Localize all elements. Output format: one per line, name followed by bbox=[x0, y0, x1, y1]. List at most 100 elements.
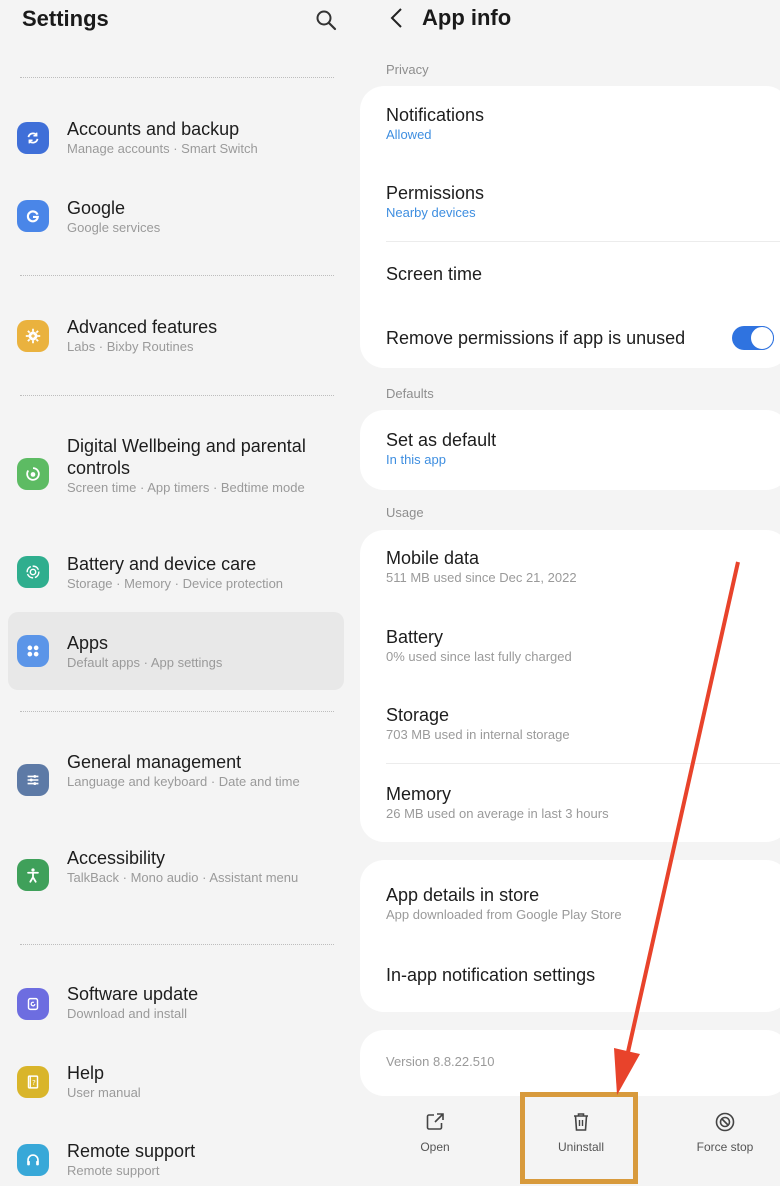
page-title: App info bbox=[422, 5, 512, 30]
settings-item-sub: Download and install bbox=[67, 1006, 187, 1021]
remove-permissions-item[interactable]: Remove permissions if app is unused bbox=[386, 326, 780, 350]
open-button[interactable]: Open bbox=[380, 1110, 490, 1154]
device-care-icon bbox=[17, 556, 49, 588]
software-update-icon bbox=[17, 988, 49, 1020]
item-sub: App downloaded from Google Play Store bbox=[386, 907, 622, 922]
settings-item-remote-support[interactable]: Remote support Remote support bbox=[8, 1133, 344, 1186]
settings-item-label: Help bbox=[67, 1063, 105, 1083]
version-card: Version 8.8.22.510 bbox=[360, 1030, 780, 1096]
screen-time-item[interactable]: Screen time bbox=[386, 263, 770, 285]
item-sub: 703 MB used in internal storage bbox=[386, 727, 570, 742]
settings-item-apps[interactable]: Apps Default apps · App settings bbox=[8, 612, 344, 690]
settings-item-label: Apps bbox=[67, 633, 109, 653]
storage-item[interactable]: Storage 703 MB used in internal storage bbox=[386, 704, 770, 743]
settings-item-help[interactable]: ? Help User manual bbox=[8, 1055, 344, 1111]
memory-item[interactable]: Memory 26 MB used on average in last 3 h… bbox=[386, 783, 770, 822]
section-header-usage: Usage bbox=[386, 505, 424, 520]
settings-title: Settings bbox=[22, 6, 109, 31]
settings-item-label: Software update bbox=[67, 984, 199, 1004]
settings-item-google[interactable]: Google Google services bbox=[8, 190, 344, 246]
section-header-privacy: Privacy bbox=[386, 62, 429, 77]
search-icon bbox=[316, 10, 337, 31]
settings-item-label: Battery and device care bbox=[67, 554, 257, 574]
item-sub: In this app bbox=[386, 452, 446, 467]
item-label: App details in store bbox=[386, 885, 540, 905]
settings-item-label: Digital Wellbeing and parental controls bbox=[67, 436, 306, 478]
settings-item-accessibility[interactable]: Accessibility TalkBack · Mono audio · As… bbox=[8, 840, 344, 916]
item-sub: 0% used since last fully charged bbox=[386, 649, 572, 664]
app-info-header: App info bbox=[386, 2, 511, 34]
highlight-box bbox=[520, 1092, 638, 1184]
google-icon bbox=[17, 200, 49, 232]
settings-item-label: Accounts and backup bbox=[67, 119, 240, 139]
settings-item-label: Google bbox=[67, 198, 126, 218]
search-button[interactable] bbox=[314, 8, 338, 32]
settings-item-general-management[interactable]: General management Language and keyboard… bbox=[8, 744, 344, 820]
apps-grid-icon bbox=[17, 635, 49, 667]
sync-icon bbox=[17, 122, 49, 154]
toggle-knob bbox=[750, 326, 774, 350]
back-button[interactable] bbox=[386, 5, 408, 31]
privacy-card: Notifications Allowed Permissions Nearby… bbox=[360, 86, 780, 368]
item-label: Memory bbox=[386, 784, 452, 804]
settings-item-sub: Labs · Bixby Routines bbox=[67, 339, 194, 354]
item-label: Screen time bbox=[386, 264, 483, 284]
usage-card: Mobile data 511 MB used since Dec 21, 20… bbox=[360, 530, 780, 842]
settings-item-sub: Remote support bbox=[67, 1163, 160, 1178]
force-stop-button[interactable]: Force stop bbox=[670, 1110, 780, 1154]
svg-text:?: ? bbox=[32, 1078, 36, 1087]
item-sub: 26 MB used on average in last 3 hours bbox=[386, 806, 609, 821]
force-stop-icon bbox=[715, 1112, 735, 1132]
settings-item-label: General management bbox=[67, 752, 242, 772]
action-label: Open bbox=[420, 1140, 450, 1154]
settings-item-sub: Google services bbox=[67, 220, 161, 235]
settings-item-sub: Language and keyboard · Date and time bbox=[67, 774, 300, 789]
app-details-in-store-item[interactable]: App details in store App downloaded from… bbox=[386, 884, 770, 923]
item-label: Mobile data bbox=[386, 548, 480, 568]
divider bbox=[20, 275, 334, 276]
gear-plus-icon bbox=[17, 320, 49, 352]
wellbeing-icon bbox=[17, 458, 49, 490]
item-label: Storage bbox=[386, 705, 450, 725]
settings-item-label: Accessibility bbox=[67, 848, 166, 868]
action-label: Force stop bbox=[696, 1140, 754, 1154]
accessibility-icon bbox=[17, 859, 49, 891]
sliders-icon bbox=[17, 764, 49, 796]
settings-item-sub: Default apps · App settings bbox=[67, 655, 223, 670]
settings-item-software-update[interactable]: Software update Download and install bbox=[8, 976, 344, 1032]
settings-item-label: Remote support bbox=[67, 1141, 196, 1161]
settings-item-sub: Manage accounts · Smart Switch bbox=[67, 141, 258, 156]
chevron-left-icon bbox=[390, 8, 402, 28]
divider bbox=[20, 711, 334, 712]
divider bbox=[20, 77, 334, 78]
settings-item-advanced-features[interactable]: Advanced features Labs · Bixby Routines bbox=[8, 308, 344, 364]
settings-item-sub: User manual bbox=[67, 1085, 141, 1100]
battery-item[interactable]: Battery 0% used since last fully charged bbox=[386, 626, 770, 665]
settings-item-sub: Storage · Memory · Device protection bbox=[67, 576, 284, 591]
item-sub: 511 MB used since Dec 21, 2022 bbox=[386, 570, 577, 585]
remove-permissions-toggle[interactable] bbox=[732, 326, 774, 350]
item-label: Set as default bbox=[386, 430, 497, 450]
version-text: Version 8.8.22.510 bbox=[386, 1054, 495, 1069]
settings-item-digital-wellbeing[interactable]: Digital Wellbeing and parental controls … bbox=[8, 428, 344, 524]
open-external-icon bbox=[426, 1113, 444, 1130]
item-label: Battery bbox=[386, 627, 444, 647]
item-label: In-app notification settings bbox=[386, 965, 596, 985]
mobile-data-item[interactable]: Mobile data 511 MB used since Dec 21, 20… bbox=[386, 547, 770, 586]
headset-icon bbox=[17, 1144, 49, 1176]
separator bbox=[386, 763, 780, 764]
defaults-card: Set as default In this app bbox=[360, 410, 780, 490]
settings-item-sub: TalkBack · Mono audio · Assistant menu bbox=[67, 870, 299, 885]
settings-item-battery-device-care[interactable]: Battery and device care Storage · Memory… bbox=[8, 546, 344, 602]
in-app-notification-settings-item[interactable]: In-app notification settings bbox=[386, 964, 770, 986]
item-label: Permissions bbox=[386, 183, 485, 203]
settings-item-accounts-backup[interactable]: Accounts and backup Manage accounts · Sm… bbox=[8, 110, 344, 166]
settings-header: Settings bbox=[22, 4, 342, 34]
divider bbox=[20, 944, 334, 945]
divider bbox=[20, 395, 334, 396]
set-as-default-item[interactable]: Set as default In this app bbox=[386, 429, 770, 468]
help-book-icon: ? bbox=[17, 1066, 49, 1098]
notifications-item[interactable]: Notifications Allowed bbox=[386, 104, 770, 143]
permissions-item[interactable]: Permissions Nearby devices bbox=[386, 182, 770, 221]
separator bbox=[386, 241, 780, 242]
